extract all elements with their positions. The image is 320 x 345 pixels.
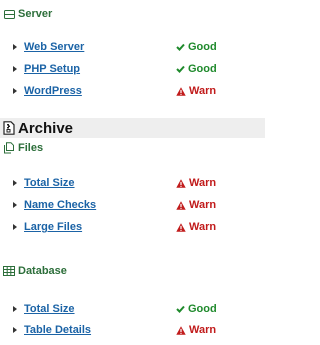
list-item[interactable]: Total Size Good: [0, 302, 265, 318]
status-text: Warn: [189, 221, 217, 233]
list-item[interactable]: Total Size Warn: [0, 176, 265, 192]
caret-right-icon[interactable]: [13, 306, 17, 312]
caret-right-icon[interactable]: [13, 202, 17, 208]
files-section-header: Files: [3, 142, 43, 154]
status-badge: Good: [176, 63, 217, 75]
warning-icon: [176, 222, 186, 232]
status-text: Warn: [189, 85, 217, 97]
status-text: Warn: [189, 177, 217, 189]
status-text: Warn: [189, 324, 217, 336]
archive-icon: [3, 121, 15, 135]
status-badge: Warn: [176, 324, 216, 336]
check-icon: [176, 305, 185, 313]
database-title: Database: [18, 265, 67, 277]
archive-title: Archive: [18, 119, 74, 137]
warning-icon: [176, 325, 186, 335]
files-title: Files: [18, 142, 44, 154]
check-icon: [176, 65, 185, 73]
archive-header: Archive: [0, 118, 265, 138]
status-badge: Warn: [176, 221, 216, 233]
caret-right-icon[interactable]: [13, 44, 17, 50]
warning-icon: [176, 200, 186, 210]
wordpress-link[interactable]: WordPress: [24, 85, 82, 97]
files-icon: [3, 142, 15, 154]
list-item[interactable]: Table Details Warn: [0, 323, 265, 339]
server-section-header: Server: [3, 8, 52, 20]
list-item[interactable]: Large Files Warn: [0, 220, 265, 236]
status-badge: Good: [176, 41, 217, 53]
status-text: Good: [188, 41, 217, 53]
check-icon: [176, 43, 185, 51]
large-files-link[interactable]: Large Files: [24, 221, 82, 233]
list-item[interactable]: PHP Setup Good: [0, 62, 265, 78]
database-icon: [3, 266, 15, 277]
database-section-header: Database: [3, 265, 67, 277]
status-badge: Warn: [176, 199, 216, 211]
caret-right-icon[interactable]: [13, 224, 17, 230]
caret-right-icon[interactable]: [13, 88, 17, 94]
warning-icon: [176, 86, 186, 96]
warning-icon: [176, 178, 186, 188]
status-text: Warn: [189, 199, 217, 211]
list-item[interactable]: WordPress Warn: [0, 84, 265, 100]
php-setup-link[interactable]: PHP Setup: [24, 63, 80, 75]
web-server-link[interactable]: Web Server: [24, 41, 84, 53]
status-badge: Warn: [176, 85, 216, 97]
list-item[interactable]: Web Server Good: [0, 40, 265, 56]
list-item[interactable]: Name Checks Warn: [0, 198, 265, 214]
db-total-size-link[interactable]: Total Size: [24, 303, 75, 315]
status-text: Good: [188, 303, 217, 315]
caret-right-icon[interactable]: [13, 327, 17, 333]
name-checks-link[interactable]: Name Checks: [24, 199, 96, 211]
caret-right-icon[interactable]: [13, 66, 17, 72]
status-text: Good: [188, 63, 217, 75]
table-details-link[interactable]: Table Details: [24, 324, 91, 336]
status-badge: Good: [176, 303, 217, 315]
status-badge: Warn: [176, 177, 216, 189]
server-icon: [3, 9, 15, 20]
server-title: Server: [18, 8, 53, 20]
total-size-link[interactable]: Total Size: [24, 177, 75, 189]
caret-right-icon[interactable]: [13, 180, 17, 186]
